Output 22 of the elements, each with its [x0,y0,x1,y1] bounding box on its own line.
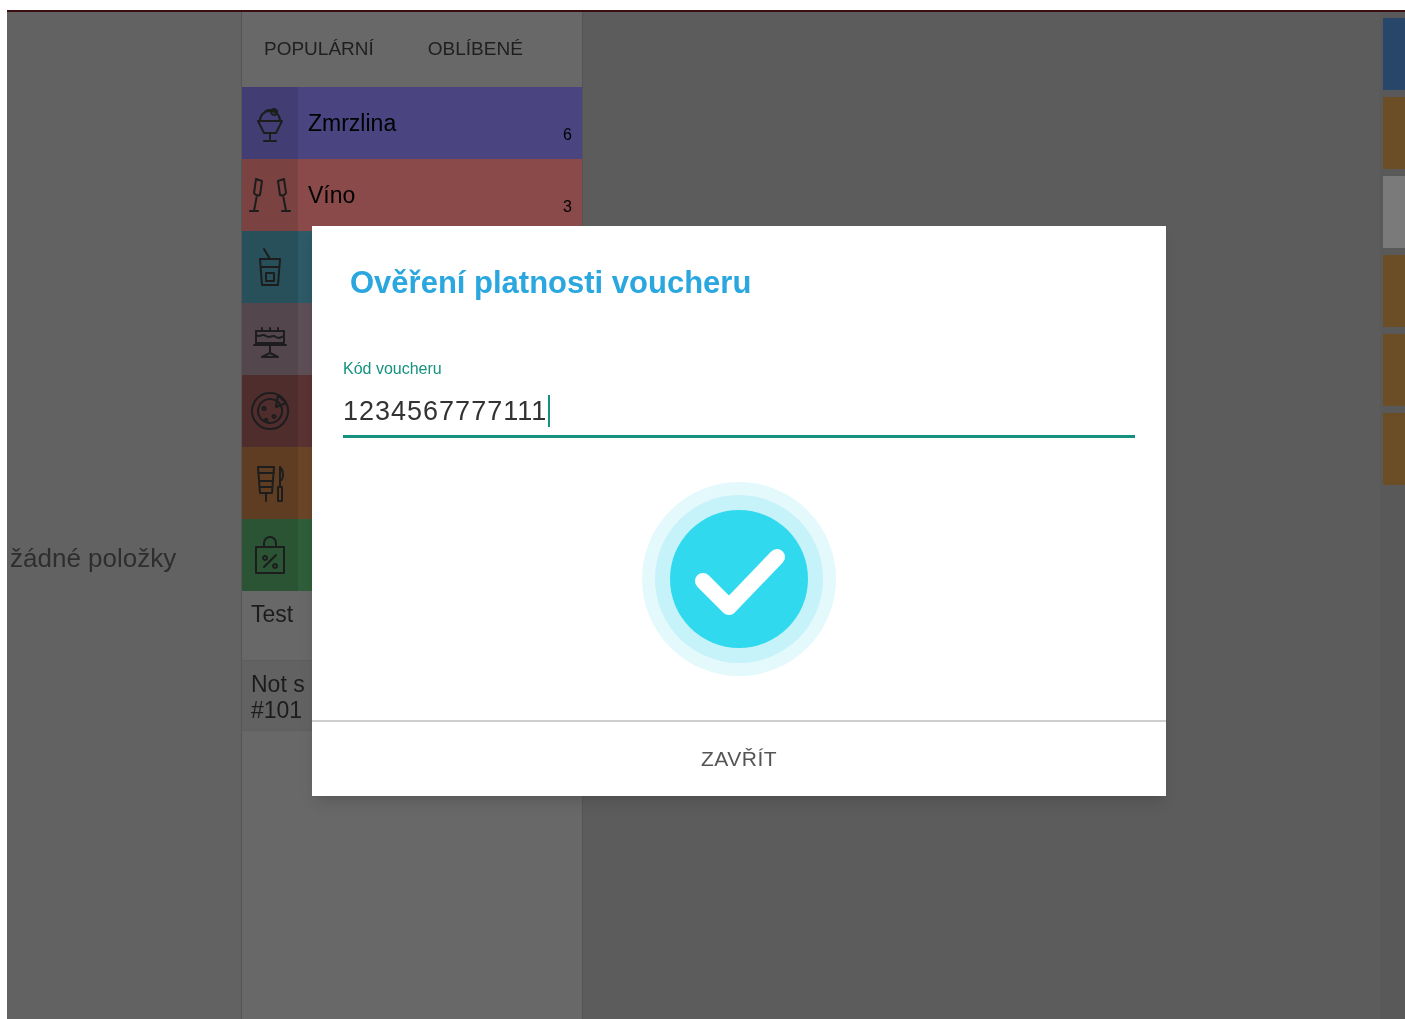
side-tile[interactable] [1383,413,1405,485]
field-value: 1234567777111 [343,394,548,428]
tab[interactable]: OBLÍBENÉ [427,35,523,64]
side-tile[interactable] [1383,176,1405,248]
item-count: 3 [563,197,572,217]
tab[interactable]: POPULÁRNÍ [264,35,374,64]
category-tile[interactable]: Zmrzlina 6 [242,87,582,159]
category-tile[interactable]: Víno 3 [242,159,582,231]
side-tile[interactable] [1383,255,1405,327]
side-tile[interactable] [1383,334,1405,406]
close-button[interactable]: ZAVŘÍT [676,731,802,787]
side-tile[interactable] [1383,18,1405,90]
pizza-icon [248,389,292,433]
item-count: 6 [563,125,572,145]
text-cursor [548,394,551,427]
category-name: Zmrzlina [308,109,397,138]
side-tile[interactable] [1383,97,1405,169]
success-check-icon [641,481,837,677]
category-name: Víno [308,181,356,210]
voucher-code-field[interactable]: Kód voucheru 1234567777111 [343,356,1135,438]
field-label: Kód voucheru [343,358,442,379]
dialog-title: Ověření platnosti voucheru [350,264,752,302]
